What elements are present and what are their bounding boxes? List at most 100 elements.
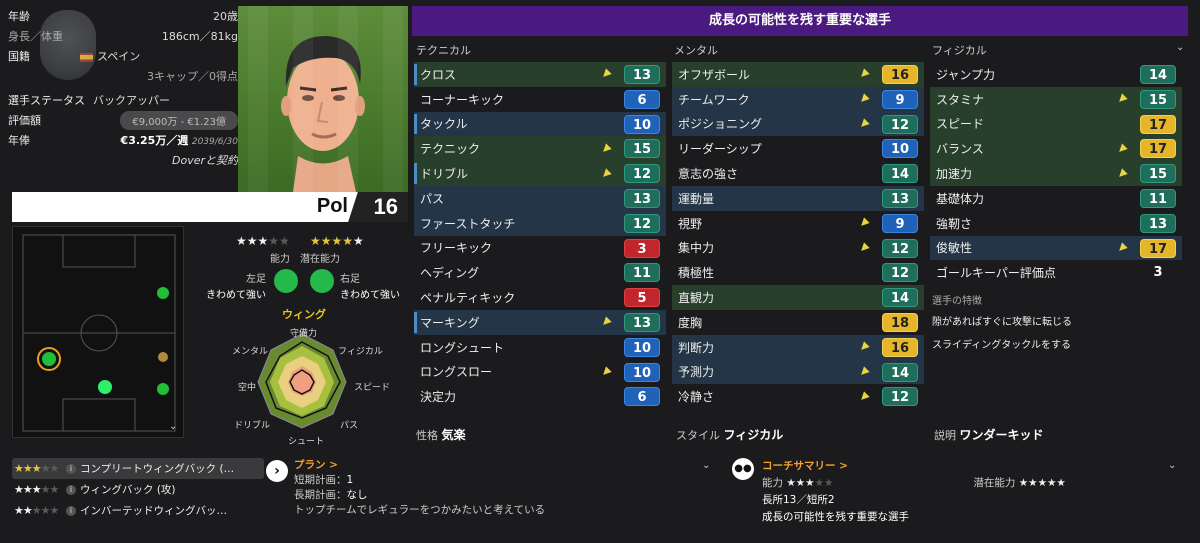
radar-label-dribble: ドリブル — [234, 421, 271, 431]
attribute-value: 14 — [882, 164, 918, 184]
attribute-row[interactable]: ジャンプ力 14 — [930, 62, 1182, 87]
info-icon[interactable]: i — [66, 505, 76, 516]
attribute-row[interactable]: 俊敏性 17 — [930, 235, 1182, 261]
valuation-label: 評価額 — [8, 114, 41, 127]
valuation-value: €9,000万 - €1.23億 — [120, 110, 238, 130]
attribute-row[interactable]: 決定力 6 — [414, 384, 666, 409]
attribute-name: コーナーキック — [420, 92, 505, 107]
attribute-row[interactable]: ヘディング 11 — [414, 260, 666, 285]
attribute-row[interactable]: ファーストタッチ 12 — [414, 210, 666, 236]
nation-label: 国籍 — [8, 50, 30, 63]
attribute-row[interactable]: ロングスロー 10 — [414, 360, 666, 385]
attribute-row[interactable]: スタミナ 15 — [930, 86, 1182, 112]
role-item[interactable]: ★★★★★ i インバーテッドウィングバッ… — [12, 500, 264, 521]
attribute-name: 直観力 — [678, 291, 715, 306]
wage-row: 年俸 €3.25万／週 2039/6/30 — [8, 130, 238, 150]
attribute-row[interactable]: スピード 17 — [930, 111, 1182, 137]
short-plan-label: 短期計画： — [294, 474, 347, 486]
attribute-row[interactable]: 基礎体力 11 — [930, 186, 1182, 211]
attribute-name: マーキング — [420, 315, 480, 330]
attribute-row[interactable]: コーナーキック 6 — [414, 87, 666, 112]
valuation-row: 評価額 €9,000万 - €1.23億 — [8, 110, 238, 130]
attribute-row[interactable]: テクニック 15 — [414, 136, 666, 162]
collapse-chevron-icon[interactable]: ⌄ — [1176, 42, 1184, 53]
personality-info: 性格 気楽 — [416, 426, 466, 443]
attribute-name: バランス — [936, 142, 984, 157]
plan-title[interactable]: プラン > — [294, 458, 545, 473]
attribute-row[interactable]: ペナルティキック 5 — [414, 285, 666, 310]
position-dot-wbr — [157, 383, 169, 395]
attribute-value: 15 — [1140, 164, 1176, 184]
attribute-row[interactable]: パス 13 — [414, 185, 666, 211]
attribute-value: 11 — [1140, 188, 1176, 208]
progress-arrow-icon — [600, 68, 612, 81]
attribute-row[interactable]: 冷静さ 12 — [672, 384, 924, 409]
attribute-name: オフザボール — [678, 67, 751, 82]
coach-potential-label: 潜在能力 — [973, 477, 1016, 489]
position-pitch[interactable]: ⌄ — [12, 226, 184, 438]
attribute-row[interactable]: 度胸 18 — [672, 310, 924, 335]
progress-arrow-icon — [600, 316, 612, 329]
attribute-name: ジャンプ力 — [936, 67, 996, 82]
attribute-row[interactable]: リーダーシップ 10 — [672, 136, 924, 161]
style-value: フィジカル — [723, 428, 784, 442]
attribute-value: 17 — [1140, 114, 1176, 134]
attribute-value: 12 — [882, 387, 918, 407]
attribute-value: 3 — [1153, 265, 1163, 281]
attribute-row[interactable]: マーキング 13 — [414, 309, 666, 335]
attribute-name: リーダーシップ — [678, 142, 762, 157]
info-icon[interactable]: i — [66, 463, 76, 474]
progress-arrow-icon — [858, 118, 870, 130]
coach-title[interactable]: コーチサマリー > — [762, 458, 1066, 475]
attribute-row[interactable]: ロングシュート 10 — [414, 335, 666, 360]
plan-chevron-icon[interactable]: ⌄ — [702, 460, 710, 471]
attribute-row[interactable]: 意志の強さ 14 — [672, 161, 924, 186]
attribute-row[interactable]: バランス 17 — [930, 136, 1182, 162]
role-item[interactable]: ★★★★★ i コンプリートウィングバック (… — [12, 458, 264, 479]
attribute-name: スピード — [936, 117, 985, 132]
attribute-row[interactable]: 集中力 12 — [672, 236, 924, 261]
attribute-row[interactable]: 強靭さ 13 — [930, 211, 1182, 236]
attribute-row[interactable]: チームワーク 9 — [672, 86, 924, 112]
attribute-row[interactable]: タックル 10 — [414, 111, 666, 137]
roles-list: ★★★★★ i コンプリートウィングバック (… ★★★★★ i ウィングバック (攻)… — [12, 458, 264, 521]
attribute-row[interactable]: 積極性 12 — [672, 260, 924, 285]
attribute-row[interactable]: 判断力 16 — [672, 334, 924, 360]
attribute-value: 11 — [624, 263, 660, 283]
radar-label-defense: 守備力 — [290, 329, 318, 339]
position-dot-dr — [158, 352, 168, 362]
attribute-value: 6 — [624, 387, 660, 407]
chevron-down-icon[interactable]: ⌄ — [169, 421, 177, 432]
club-emblem — [40, 10, 96, 80]
ability-stars: ★★★★★ — [236, 234, 290, 248]
attribute-row[interactable]: クロス 13 — [414, 62, 666, 87]
attribute-name: フリーキック — [420, 241, 493, 256]
attribute-value: 13 — [624, 65, 660, 84]
attribute-row[interactable]: ゴールキーパー評価点 3 — [930, 260, 1182, 285]
attribute-value: 15 — [1140, 89, 1176, 109]
attribute-row[interactable]: ドリブル 12 — [414, 161, 666, 186]
role-name: ウィングバック (攻) — [80, 484, 176, 496]
role-item[interactable]: ★★★★★ i ウィングバック (攻) — [12, 479, 264, 500]
nation-value[interactable]: スペイン — [97, 50, 140, 63]
attribute-value: 18 — [882, 312, 918, 332]
attribute-value: 13 — [624, 312, 660, 332]
info-icon[interactable]: i — [66, 484, 76, 495]
attribute-row[interactable]: 視野 9 — [672, 211, 924, 236]
attribute-row[interactable]: オフザボール 16 — [672, 62, 924, 87]
coach-chevron-icon[interactable]: ⌄ — [1168, 460, 1176, 471]
attribute-row[interactable]: 加速力 15 — [930, 161, 1182, 186]
attribute-row[interactable]: フリーキック 3 — [414, 236, 666, 261]
attribute-name: ヘディング — [420, 266, 480, 281]
attribute-row[interactable]: ポジショニング 12 — [672, 111, 924, 137]
attribute-name: テクニック — [420, 142, 481, 157]
attribute-row[interactable]: 予測力 14 — [672, 359, 924, 385]
traits-block: 選手の特徴 隙があればすぐに攻撃に転じる スライディングタックルをする — [932, 292, 1072, 351]
attribute-name: ポジショニング — [678, 117, 763, 132]
next-arrow-button[interactable]: › — [266, 460, 288, 482]
position-dot-aml — [157, 287, 169, 299]
attribute-row[interactable]: 直観力 14 — [672, 285, 924, 310]
progress-arrow-icon — [858, 366, 870, 378]
radar-label-pass: パス — [340, 421, 359, 431]
attribute-row[interactable]: 運動量 13 — [672, 185, 924, 211]
